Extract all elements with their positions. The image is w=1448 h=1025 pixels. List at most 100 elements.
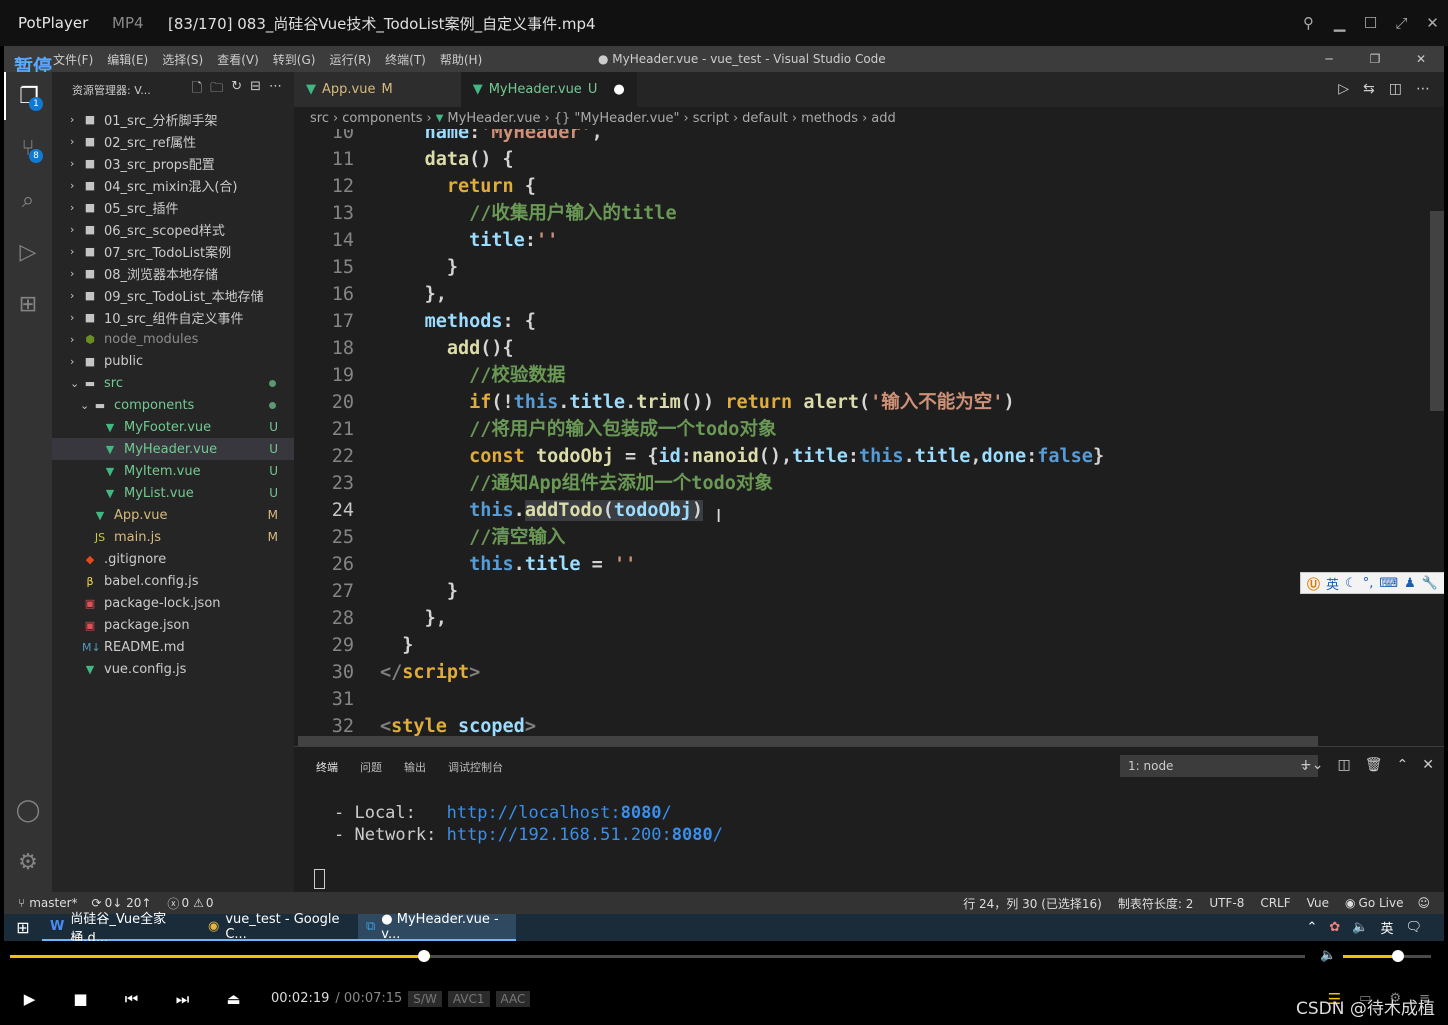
panel-tab[interactable]: 输出	[404, 759, 426, 775]
tree-item[interactable]: › ■ 03_src_props配置	[52, 152, 294, 174]
extensions-icon[interactable]: ⊞	[4, 280, 52, 328]
menu-item[interactable]: 帮助(H)	[433, 51, 489, 68]
code-line[interactable]: 27 }	[294, 578, 1424, 605]
menu-item[interactable]: 运行(R)	[322, 51, 378, 68]
menu-item[interactable]: 文件(F)	[46, 51, 100, 68]
tab-app-vue[interactable]: ▼ App.vue M	[294, 72, 461, 107]
menu-item[interactable]: 转到(G)	[266, 51, 323, 68]
codec-tag[interactable]: AAC	[495, 990, 531, 1007]
eject-icon[interactable]: ⏏	[208, 990, 259, 1008]
tree-item[interactable]: › ⬢ node_modules	[52, 328, 294, 350]
menu-item[interactable]: 编辑(E)	[100, 51, 155, 68]
panel-tab[interactable]: 终端	[316, 759, 338, 775]
pin-icon[interactable]: ⚲	[1293, 14, 1324, 32]
tree-item[interactable]: › ■ 04_src_mixin混入(合)	[52, 174, 294, 196]
maximize-panel-icon[interactable]: ⌃	[1396, 757, 1408, 773]
code-line[interactable]: 10 name:'MyHeader',	[294, 129, 1424, 146]
tree-item[interactable]: ▣ package.json	[52, 614, 294, 636]
code-line[interactable]: 16 },	[294, 281, 1424, 308]
tree-item[interactable]: › ■ 01_src_分析脚手架	[52, 108, 294, 130]
code-line[interactable]: 29 }	[294, 632, 1424, 659]
tab-size[interactable]: 制表符长度: 2	[1118, 895, 1194, 912]
code-line[interactable]: 13 //收集用户输入的title	[294, 200, 1424, 227]
search-icon[interactable]: ⌕	[4, 176, 52, 224]
notification-icon[interactable]: 🗨	[1405, 920, 1422, 935]
cursor-position[interactable]: 行 24，列 30 (已选择16)	[963, 895, 1102, 912]
tree-item[interactable]: ▣ package-lock.json	[52, 592, 294, 614]
tree-item[interactable]: › ■ 06_src_scoped样式	[52, 218, 294, 240]
volume-slider[interactable]	[1343, 950, 1431, 962]
fullscreen-icon[interactable]: ⤢	[1386, 14, 1417, 32]
code-editor[interactable]: 10 name:'MyHeader', 11 data() {12 return …	[294, 129, 1424, 744]
explorer-icon[interactable]: ❐ 1	[4, 72, 52, 120]
stop-icon[interactable]: ■	[55, 990, 106, 1008]
breadcrumb-item[interactable]: methods	[801, 111, 858, 126]
tree-item[interactable]: ⌄ ▬ src	[52, 372, 294, 394]
account-icon[interactable]: ◯	[4, 786, 52, 834]
terminal-select[interactable]: 1: node ⌄	[1120, 755, 1318, 777]
tree-item[interactable]: › ■ public	[52, 350, 294, 372]
restore-icon[interactable]: ❐	[1352, 46, 1398, 72]
new-file-icon[interactable]: 🗋	[192, 79, 202, 101]
code-line[interactable]: 19 //校验数据	[294, 362, 1424, 389]
tree-item[interactable]: › ■ 10_src_组件自定义事件	[52, 306, 294, 328]
codec-tag[interactable]: AVC1	[447, 990, 490, 1007]
more-actions-icon[interactable]: ⋯	[1416, 81, 1430, 97]
code-line[interactable]: 23 //通知App组件去添加一个todo对象	[294, 470, 1424, 497]
close-icon[interactable]: ✕	[1398, 46, 1444, 72]
run-icon[interactable]: ▷	[1338, 81, 1349, 97]
code-line[interactable]: 26 this.title = ''	[294, 551, 1424, 578]
tree-item[interactable]: ◆ .gitignore	[52, 548, 294, 570]
open-changes-icon[interactable]: ⇆	[1363, 81, 1375, 97]
split-editor-icon[interactable]: ◫	[1389, 81, 1402, 97]
breadcrumb-item[interactable]: MyHeader.vue	[447, 111, 540, 126]
new-terminal-icon[interactable]: +⌄	[1300, 757, 1323, 773]
run-debug-icon[interactable]: ▷	[4, 228, 52, 276]
menu-item[interactable]: 选择(S)	[155, 51, 210, 68]
unsaved-dot-icon[interactable]: ●	[613, 82, 624, 97]
horizontal-scrollbar[interactable]	[298, 736, 1318, 746]
speaker-icon[interactable]: 🔈	[1352, 920, 1368, 935]
code-line[interactable]: 18 add(){	[294, 335, 1424, 362]
tray-ime[interactable]: 英	[1380, 918, 1393, 937]
tree-item[interactable]: › ■ 09_src_TodoList_本地存储	[52, 284, 294, 306]
windows-start-icon[interactable]: ⊞	[4, 918, 42, 937]
volume-icon[interactable]: 🔈	[1320, 948, 1336, 963]
breadcrumb-item[interactable]: src	[310, 111, 329, 126]
tree-item[interactable]: › ■ 05_src_插件	[52, 196, 294, 218]
more-actions-icon[interactable]: ⋯	[269, 79, 282, 101]
split-terminal-icon[interactable]: ◫	[1337, 757, 1350, 773]
tree-item[interactable]: ▼ MyItem.vue U	[52, 460, 294, 482]
flower-icon[interactable]: ✿	[1329, 920, 1340, 935]
moon-icon[interactable]: ☾	[1345, 576, 1357, 591]
breadcrumb-item[interactable]: {} "MyHeader.vue"	[554, 111, 680, 126]
code-line[interactable]: 15 }	[294, 254, 1424, 281]
tray-expand-icon[interactable]: ⌃	[1306, 920, 1317, 935]
minimize-icon[interactable]: ▁	[1324, 14, 1355, 32]
wrench-icon[interactable]: 🔧	[1422, 576, 1438, 591]
tree-item[interactable]: JS main.js M	[52, 526, 294, 548]
taskbar-item-chrome[interactable]: ◉ vue_test - Google C...	[200, 912, 358, 941]
panel-tab[interactable]: 问题	[360, 759, 382, 775]
tree-item[interactable]: β babel.config.js	[52, 570, 294, 592]
tree-item[interactable]: M↓ README.md	[52, 636, 294, 658]
tree-item[interactable]: ▼ MyList.vue U	[52, 482, 294, 504]
tree-item[interactable]: ⌄ ▬ components	[52, 394, 294, 416]
next-icon[interactable]: ⏭	[157, 990, 208, 1008]
source-control-icon[interactable]: ⑂ 8	[4, 124, 52, 172]
player-brand[interactable]: PotPlayer	[0, 14, 112, 32]
vertical-scrollbar[interactable]	[1430, 211, 1444, 411]
code-line[interactable]: 21 //将用户的输入包装成一个todo对象	[294, 416, 1424, 443]
ime-toolbar[interactable]: Ⓤ 英 ☾ °, ⌨ ♟ 🔧	[1300, 572, 1444, 594]
close-icon[interactable]: ✕	[1417, 14, 1448, 32]
breadcrumb-item[interactable]: default	[742, 111, 788, 126]
code-line[interactable]: 24 this.addTodo(todoObj)	[294, 497, 1424, 524]
tree-item[interactable]: › ■ 08_浏览器本地存储	[52, 262, 294, 284]
collapse-all-icon[interactable]: ⊟	[250, 79, 261, 101]
play-icon[interactable]: ▶	[4, 990, 55, 1008]
breadcrumb-item[interactable]: script	[693, 111, 729, 126]
code-line[interactable]: 17 methods: {	[294, 308, 1424, 335]
code-line[interactable]: 28 },	[294, 605, 1424, 632]
feedback-icon[interactable]: ☺	[1417, 896, 1430, 910]
go-live-button[interactable]: Go Live	[1359, 896, 1404, 910]
